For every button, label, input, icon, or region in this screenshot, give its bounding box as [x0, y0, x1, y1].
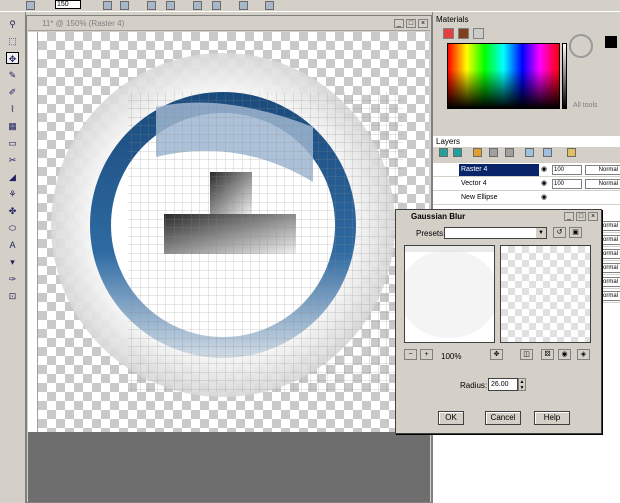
tool-icon[interactable]: ⚲ — [6, 18, 19, 30]
no-style-icon[interactable] — [569, 34, 593, 58]
tool-icon[interactable]: ▾ — [6, 256, 19, 268]
radius-label: Radius: — [460, 381, 488, 390]
preview-zoom-label: 100% — [441, 352, 462, 361]
foreground-swatch[interactable] — [605, 36, 617, 48]
layer-name: Vector 4 — [461, 180, 487, 187]
help-button[interactable]: Help — [534, 411, 570, 425]
dialog-title: Gaussian Blur — [411, 212, 466, 221]
tool-icon[interactable]: ✤ — [6, 205, 19, 217]
gradient-tab-icon[interactable] — [458, 28, 469, 39]
opacity-field[interactable]: 100 — [552, 165, 582, 175]
presets-dropdown[interactable]: ▼ — [444, 227, 547, 239]
pan-icon[interactable] — [26, 1, 35, 10]
layer-name: New Ellipse — [461, 194, 498, 201]
tool-icon[interactable]: ✎ — [6, 69, 19, 81]
layer-icon[interactable] — [543, 148, 552, 157]
visibility-eye-icon[interactable]: ◉ — [541, 194, 551, 202]
color-tab-icon[interactable] — [443, 28, 454, 39]
layers-toolbar — [433, 147, 620, 163]
tool-icon[interactable]: ⚘ — [6, 188, 19, 200]
cancel-button[interactable]: Cancel — [485, 411, 521, 425]
tool-icon[interactable]: ▦ — [6, 120, 19, 132]
top-toolbar: 150 — [0, 0, 620, 12]
workspace-background — [28, 432, 430, 502]
layer-row[interactable]: Vector 4 ◉ 100 Normal — [433, 178, 620, 191]
layer-icon[interactable] — [473, 148, 482, 157]
dialog-maximize-button[interactable]: □ — [576, 212, 586, 221]
zoom-in-icon[interactable] — [103, 1, 112, 10]
proof-eye-icon[interactable]: ◉ — [558, 349, 571, 360]
toolbar-icon[interactable] — [212, 1, 221, 10]
layer-properties-icon[interactable] — [567, 148, 576, 157]
preview-toggle-icon[interactable]: ◫ — [520, 349, 533, 360]
layer-name: Raster 4 — [459, 164, 539, 176]
zoom-field[interactable]: 150 — [55, 0, 81, 9]
tool-icon[interactable]: ⬚ — [6, 35, 19, 47]
tool-icon[interactable]: ⬭ — [6, 222, 19, 234]
tool-icon[interactable]: A — [6, 239, 19, 251]
document-window: 11* @ 150% (Raster 4) _ □ × — [26, 15, 432, 503]
pan-preview-icon[interactable]: ✥ — [490, 349, 503, 360]
zoom-out-icon[interactable]: − — [404, 349, 417, 360]
radius-spinner[interactable]: ▲ ▼ — [518, 378, 526, 391]
vertical-ruler — [28, 32, 38, 434]
all-tools-checkbox[interactable]: All tools — [573, 102, 598, 109]
toolbar-icon[interactable] — [147, 1, 156, 10]
tool-icon[interactable]: ✑ — [6, 273, 19, 285]
toolbar-icon[interactable] — [239, 1, 248, 10]
presets-label: Presets: — [416, 229, 446, 238]
tool-icon[interactable]: ▭ — [6, 137, 19, 149]
save-preset-icon[interactable]: ▣ — [569, 227, 582, 238]
opacity-field[interactable]: 100 — [552, 179, 582, 189]
blend-mode-dropdown[interactable]: Normal — [585, 179, 620, 189]
visibility-eye-icon[interactable]: ◉ — [541, 166, 551, 174]
randomize-icon[interactable]: ⚄ — [541, 349, 554, 360]
tools-palette: ⚲ ⬚ ✥ ✎ ✐ ⌇ ▦ ▭ ✂ ◢ ⚘ ✤ ⬭ A ▾ ✑ ⊡ — [0, 12, 26, 503]
color-spectrum[interactable] — [447, 43, 560, 109]
layers-title: Layers — [436, 137, 461, 146]
chevron-down-icon[interactable]: ▼ — [536, 228, 546, 238]
layer-icon[interactable] — [489, 148, 498, 157]
dialog-close-button[interactable]: × — [588, 212, 598, 221]
tool-icon[interactable]: ✥ — [6, 52, 19, 64]
reset-preset-icon[interactable]: ↺ — [553, 227, 566, 238]
tool-icon[interactable]: ⊡ — [6, 290, 19, 302]
minimize-button[interactable]: _ — [394, 19, 404, 28]
tool-icon[interactable]: ◢ — [6, 171, 19, 183]
canvas-artwork — [51, 53, 403, 397]
tool-icon[interactable]: ✐ — [6, 86, 19, 98]
layer-row[interactable]: New Ellipse ◉ — [433, 192, 620, 205]
layer-icon[interactable] — [525, 148, 534, 157]
visibility-eye-icon[interactable]: ◉ — [541, 180, 551, 188]
maximize-button[interactable]: □ — [406, 19, 416, 28]
document-titlebar: 11* @ 150% (Raster 4) _ □ × — [28, 17, 430, 31]
close-button[interactable]: × — [418, 19, 428, 28]
toolbar-icon[interactable] — [193, 1, 202, 10]
zoom-out-icon[interactable] — [120, 1, 129, 10]
pattern-tab-icon[interactable] — [473, 28, 484, 39]
grayscale-strip[interactable] — [562, 43, 567, 109]
dialog-titlebar: Gaussian Blur _ □ × — [397, 211, 600, 224]
image-canvas[interactable] — [38, 32, 429, 432]
toolbar-icon[interactable] — [166, 1, 175, 10]
zoom-in-icon[interactable]: + — [420, 349, 433, 360]
document-title: 11* @ 150% (Raster 4) — [42, 19, 125, 28]
new-raster-layer-icon[interactable] — [439, 148, 448, 157]
after-preview — [500, 245, 591, 343]
layer-row[interactable]: Raster 4 ◉ 100 Normal — [433, 164, 620, 177]
gaussian-blur-dialog: Gaussian Blur _ □ × Presets: ▼ ↺ ▣ − + 1… — [395, 209, 602, 434]
ok-button[interactable]: OK — [438, 411, 464, 425]
pixel-grid — [128, 92, 403, 392]
new-vector-layer-icon[interactable] — [453, 148, 462, 157]
blend-mode-dropdown[interactable]: Normal — [585, 165, 620, 175]
layer-icon[interactable] — [505, 148, 514, 157]
tool-icon[interactable]: ⌇ — [6, 103, 19, 115]
toolbar-icon[interactable] — [265, 1, 274, 10]
materials-title: Materials — [436, 15, 469, 24]
radius-input[interactable]: 26.00 — [488, 378, 518, 391]
dialog-minimize-button[interactable]: _ — [564, 212, 574, 221]
auto-proof-icon[interactable]: ◈ — [577, 349, 590, 360]
before-preview — [399, 245, 499, 343]
tool-icon[interactable]: ✂ — [6, 154, 19, 166]
